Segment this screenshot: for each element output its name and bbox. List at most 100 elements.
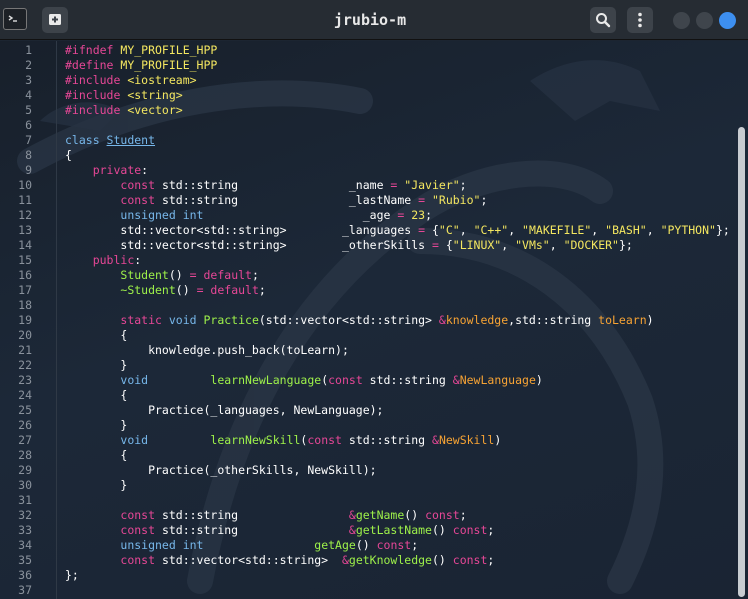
search-button[interactable]	[590, 7, 616, 33]
code-token: }	[65, 418, 128, 432]
code-token: ;	[251, 268, 259, 282]
code-line: #include <string>	[65, 88, 183, 103]
code-token: NewLanguage	[459, 373, 536, 387]
code-line: private:	[65, 163, 148, 178]
terminal-icon[interactable]	[3, 8, 27, 30]
code-token: void	[120, 373, 149, 387]
code-token: getAge	[314, 538, 356, 552]
code-token: "MAKEFILE"	[522, 223, 592, 237]
code-token: ()	[168, 268, 190, 282]
code-token: =	[418, 223, 432, 237]
code-token: _languages	[341, 223, 419, 237]
code-token: <iostream>	[127, 73, 197, 87]
code-token: (std::vector<std::string>	[258, 313, 439, 327]
code-line: unsigned int getAge() const;	[65, 538, 418, 553]
line-number: 24	[18, 388, 32, 402]
code-line: {	[65, 388, 127, 403]
code-token: "C"	[438, 223, 460, 237]
code-line: }	[65, 418, 127, 433]
code-token: }	[65, 478, 128, 492]
gutter-divider	[56, 41, 57, 599]
code-editor[interactable]: 1 2 3 4 5 6 7 8 9 10 11 12 13 14 15 16 17 18 19 20 21 22 23 24 2…	[0, 41, 748, 599]
line-number-gutter: 1 2 3 4 5 6 7 8 9 10 11 12 13 14 15 16 17 18 19 20 21 22 23 24 2…	[0, 41, 56, 599]
code-token: ,	[646, 223, 661, 237]
code-line: const std::string &getLastName() const;	[65, 523, 494, 538]
code-token: class	[65, 133, 107, 147]
code-line: void learnNewSkill(const std::string &Ne…	[65, 433, 501, 448]
code-token: knowledge	[445, 313, 509, 327]
code-token: ()	[431, 553, 453, 567]
code-token: }	[65, 358, 128, 372]
code-token: 23	[411, 208, 426, 222]
code-token: static	[120, 313, 169, 327]
code-token: =	[418, 193, 432, 207]
code-token: #include	[65, 103, 128, 117]
code-token: :	[134, 253, 142, 267]
code-token: &	[452, 373, 460, 387]
code-line: void learnNewLanguage(const std::string …	[65, 373, 543, 388]
code-token: &	[432, 433, 439, 447]
line-number: 28	[18, 448, 32, 462]
line-number: 17	[18, 283, 32, 297]
code-token: const	[452, 523, 488, 537]
line-number: 8	[25, 148, 32, 162]
code-token: ()	[175, 283, 197, 297]
line-number: 9	[25, 163, 32, 177]
code-token: getLastName	[355, 523, 432, 537]
code-token: Practice(_otherSkills, NewSkill);	[65, 463, 377, 477]
vertical-scrollbar[interactable]	[738, 127, 745, 597]
code-token: ;	[258, 283, 266, 297]
code-line: {	[65, 448, 127, 463]
code-line: unsigned int _age = 23;	[65, 208, 432, 223]
terminal-window: jrubio-m 1 2 3 4 5 6 7 8 9 10 11 12 13 1…	[0, 0, 748, 599]
code-token: const	[120, 553, 162, 567]
code-token: _name	[348, 178, 391, 192]
code-token: =	[189, 268, 204, 282]
code-token: unsigned int	[120, 208, 204, 222]
code-token: };	[715, 223, 730, 237]
code-line: const std::string &getName() const;	[65, 508, 466, 523]
code-line: public:	[65, 253, 141, 268]
code-line: #include <iostream>	[65, 73, 197, 88]
maximize-button[interactable]	[696, 12, 713, 29]
code-area[interactable]: #ifndef MY_PROFILE_HPP #define MY_PROFILE…	[65, 41, 745, 599]
code-token: )	[535, 373, 543, 387]
line-number: 19	[18, 313, 32, 327]
line-number: 20	[18, 328, 32, 342]
code-token: &	[348, 508, 356, 522]
new-tab-button[interactable]	[42, 7, 68, 33]
code-line: Practice(_languages, NewLanguage);	[65, 403, 383, 418]
code-token: const	[120, 508, 162, 522]
code-line: {	[65, 148, 72, 163]
line-number: 1	[25, 43, 32, 57]
code-line: const std::string _name = "Javier";	[65, 178, 466, 193]
code-line: static void Practice(std::vector<std::st…	[65, 313, 653, 328]
line-number: 3	[25, 73, 32, 87]
code-token: "Rubio"	[431, 193, 481, 207]
code-token: "LINUX"	[452, 238, 502, 252]
code-token: void	[168, 313, 204, 327]
code-token: "C++"	[473, 223, 509, 237]
code-token: std::string	[161, 178, 349, 192]
close-button[interactable]	[719, 12, 736, 29]
minimize-button[interactable]	[673, 12, 690, 29]
menu-button[interactable]	[627, 7, 653, 33]
line-number: 27	[18, 433, 32, 447]
code-token: ;	[480, 193, 488, 207]
code-token: const	[120, 523, 162, 537]
code-token: _otherSkills	[341, 238, 432, 252]
line-number: 29	[18, 463, 32, 477]
code-token: #ifndef	[65, 43, 121, 57]
code-token: void	[120, 433, 149, 447]
line-number: 37	[18, 583, 32, 597]
code-token: const	[120, 178, 162, 192]
